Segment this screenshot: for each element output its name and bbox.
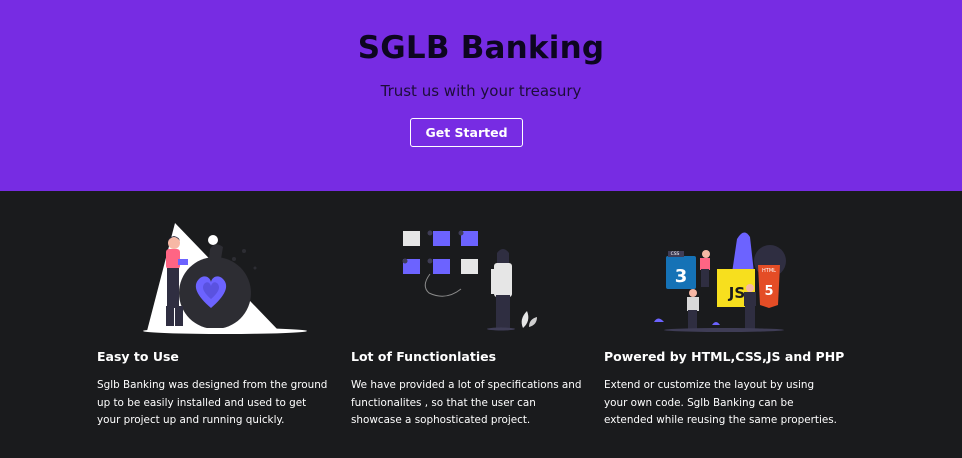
features-section: Easy to Use Sglb Banking was designed fr… [0, 191, 962, 458]
get-started-button[interactable]: Get Started [410, 118, 523, 147]
js-logo-label: JS [728, 284, 745, 302]
feature-powered-by: CSS 3 JS HTML 5 Powered by HTML,CSS,JS a… [604, 191, 844, 458]
html-logo-label: HTML [762, 268, 776, 274]
feature-title: Powered by HTML,CSS,JS and PHP [604, 349, 845, 364]
feature-description: Extend or customize the layout by using … [604, 379, 837, 426]
feature-title: Lot of Functionlaties [351, 349, 497, 364]
svg-text:3: 3 [675, 266, 688, 287]
css-logo-label: CSS [671, 251, 680, 257]
feature-description: We have provided a lot of specifications… [351, 379, 582, 426]
html-logo-icon: HTML 5 [758, 265, 780, 308]
feature-description: Sglb Banking was designed from the groun… [97, 379, 328, 426]
feature-functionalities: Lot of Functionlaties We have provided a… [351, 191, 591, 458]
css-logo-icon: CSS 3 [666, 251, 696, 289]
page-title: SGLB Banking [357, 30, 605, 66]
woman-holding-heart-bag-illustration [143, 223, 307, 334]
hero-banner: SGLB Banking Trust us with your treasury… [0, 0, 962, 191]
woman-with-squares-grid-illustration [402, 230, 537, 331]
hero-subtitle: Trust us with your treasury [380, 82, 582, 100]
feature-easy-to-use: Easy to Use Sglb Banking was designed fr… [97, 191, 337, 458]
people-with-html-css-js-logos-illustration: CSS 3 JS HTML 5 [654, 232, 786, 332]
feature-title: Easy to Use [97, 349, 179, 364]
svg-text:5: 5 [764, 284, 773, 299]
